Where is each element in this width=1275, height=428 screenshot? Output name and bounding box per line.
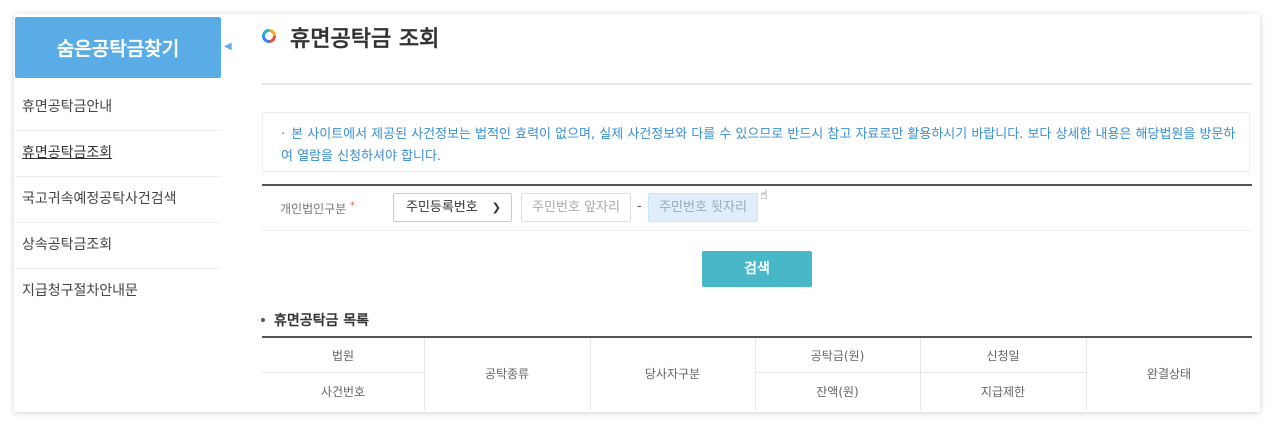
person-type-label: 개인법인구분 * (280, 200, 355, 217)
id-dash: - (637, 199, 642, 214)
th-amount: 공탁금(원) (810, 349, 865, 363)
sidebar-header: 숨은공탁금찾기 (15, 17, 221, 78)
sidebar-header-label: 숨은공탁금찾기 (56, 38, 180, 60)
chevron-down-icon: ❯ (491, 201, 501, 214)
notice-box: · 본 사이트에서 제공된 사건정보는 법적인 효력이 없으며, 실제 사건정보와… (262, 112, 1250, 172)
th-apply-date: 신청일 (986, 349, 1020, 363)
id-front-input[interactable]: 주민번호 앞자리 (521, 193, 631, 222)
title-divider (262, 83, 1252, 85)
page-title: 휴면공탁금 조회 (290, 27, 440, 52)
title-ring-icon (262, 29, 276, 43)
required-mark: * (350, 201, 355, 211)
table-row-divider (755, 372, 1086, 373)
sidebar-divider (15, 268, 221, 269)
id-type-select[interactable]: 주민등록번호 ❯ (393, 193, 512, 222)
sidebar-item-dormant-search[interactable]: 휴면공탁금조회 (22, 142, 222, 162)
sidebar-item-escheat-search[interactable]: 국고귀속예정공탁사건검색 (22, 188, 222, 208)
sidebar-item-claim-guide[interactable]: 지급청구절차안내문 (22, 280, 222, 300)
th-case-no: 사건번호 (320, 385, 366, 399)
id-type-select-value: 주민등록번호 (406, 200, 478, 215)
th-deposit-type: 공탁종류 (484, 367, 530, 381)
th-status: 완결상태 (1146, 367, 1192, 381)
form-top-divider (262, 184, 1252, 186)
sidebar-divider (15, 176, 221, 177)
th-balance: 잔액(원) (816, 385, 859, 399)
table-row-divider (262, 372, 424, 373)
id-back-input[interactable]: 주민번호 뒷자리 (648, 193, 758, 222)
person-type-label-text: 개인법인구분 (280, 202, 347, 216)
list-title: 휴면공탁금 목록 (274, 313, 370, 329)
table-top-rule (262, 336, 1252, 338)
th-court: 법원 (331, 349, 355, 363)
notice-message: 본 사이트에서 제공된 사건정보는 법적인 효력이 없으며, 실제 사건정보와 … (281, 127, 1236, 164)
search-button[interactable]: 검색 (702, 251, 812, 287)
notice-text: · 본 사이트에서 제공된 사건정보는 법적인 효력이 없으며, 실제 사건정보와… (281, 124, 1241, 168)
sidebar-item-inheritance-search[interactable]: 상속공탁금조회 (22, 234, 222, 254)
th-party-type: 당사자구분 (644, 367, 701, 381)
form-bottom-divider (262, 230, 1252, 231)
sidebar-divider (15, 130, 221, 131)
notice-bullet: · (281, 127, 286, 142)
th-pay-limit: 지급제한 (980, 385, 1026, 399)
sidebar-collapse-icon[interactable]: ◀ (224, 41, 232, 52)
hand-cursor-icon: ☝ (760, 188, 768, 203)
sidebar-divider (15, 222, 221, 223)
list-bullet (261, 318, 265, 322)
sidebar-item-dormant-guide[interactable]: 휴면공탁금안내 (22, 96, 222, 116)
